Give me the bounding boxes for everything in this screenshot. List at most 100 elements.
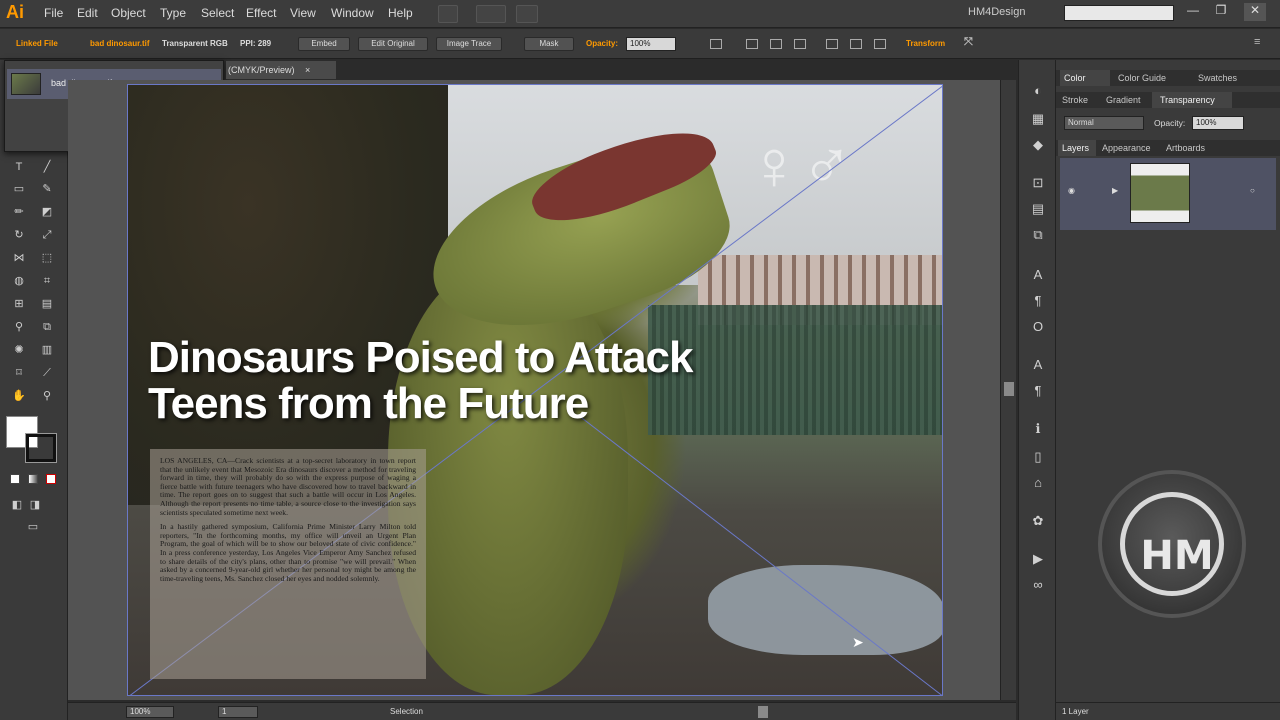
menu-window[interactable]: Window <box>331 6 374 20</box>
scale-tool-icon[interactable]: ⤢ <box>38 226 56 244</box>
opacity-link[interactable]: Opacity: <box>586 39 618 48</box>
gradient-mode-icon[interactable] <box>28 474 38 484</box>
blend-mode-select[interactable]: Normal <box>1064 116 1144 130</box>
line-tool-icon[interactable]: ╱ <box>38 158 56 176</box>
pathfinder-icon[interactable]: ⧉ <box>1029 226 1047 244</box>
workspace-switcher[interactable]: HM4Design <box>968 6 1025 18</box>
vertical-scroll-thumb[interactable] <box>1004 382 1014 396</box>
target-icon[interactable]: ○ <box>1250 186 1255 195</box>
links-icon[interactable]: ∞ <box>1029 576 1047 594</box>
arrange-documents-icon[interactable] <box>476 5 506 23</box>
artboard[interactable]: ♀♂ Dinosaurs Poised to Attack Teens from… <box>127 84 943 696</box>
mesh-tool-icon[interactable]: ⊞ <box>10 295 28 313</box>
draw-normal-icon[interactable]: ◧ <box>8 496 26 514</box>
align-left-icon[interactable] <box>746 39 758 49</box>
align-bottom-icon[interactable] <box>874 39 886 49</box>
visibility-eye-icon[interactable]: ◉ <box>1068 186 1075 195</box>
shape-builder-tool-icon[interactable]: ◍ <box>10 272 28 290</box>
embed-button[interactable]: Embed <box>298 37 350 51</box>
bridge-icon[interactable] <box>438 5 458 23</box>
free-transform-tool-icon[interactable]: ⬚ <box>38 249 56 267</box>
width-tool-icon[interactable]: ⋈ <box>10 249 28 267</box>
tab-color-guide[interactable]: Color Guide <box>1118 73 1166 83</box>
character-styles-icon[interactable]: A <box>1029 356 1047 374</box>
close-document-icon[interactable]: × <box>305 65 310 75</box>
paintbrush-tool-icon[interactable]: ✎ <box>38 180 56 198</box>
align-middle-icon[interactable] <box>850 39 862 49</box>
search-input[interactable] <box>1064 5 1174 21</box>
tab-transparency[interactable]: Transparency <box>1160 95 1215 105</box>
article-text-frame[interactable]: LOS ANGELES, CA—Crack scientists at a to… <box>150 449 426 679</box>
tab-swatches[interactable]: Swatches <box>1198 73 1237 83</box>
vertical-scrollbar[interactable] <box>1000 80 1016 700</box>
rotate-tool-icon[interactable]: ↻ <box>10 226 28 244</box>
navigator-icon[interactable]: ⌂ <box>1029 474 1047 492</box>
transform-link[interactable]: Transform <box>906 39 945 48</box>
color-guide-icon[interactable]: ▦ <box>1029 110 1047 128</box>
app-logo[interactable]: Ai <box>6 2 24 23</box>
opentype-icon[interactable]: O <box>1029 318 1047 336</box>
zoom-select[interactable]: 100% <box>126 706 174 718</box>
symbol-sprayer-tool-icon[interactable]: ✺ <box>10 341 28 359</box>
zoom-tool-icon[interactable]: ⚲ <box>38 387 56 405</box>
document-tab[interactable]: (CMYK/Preview) × <box>226 61 336 79</box>
slice-tool-icon[interactable]: ⟋ <box>38 364 56 382</box>
edit-original-button[interactable]: Edit Original <box>358 37 428 51</box>
opacity-field[interactable]: 100% <box>1192 116 1244 130</box>
tab-stroke[interactable]: Stroke <box>1062 95 1088 105</box>
align-center-icon[interactable] <box>770 39 782 49</box>
perspective-grid-tool-icon[interactable]: ⌗ <box>38 272 56 290</box>
stroke-swatch[interactable] <box>25 433 57 463</box>
rectangle-tool-icon[interactable]: ▭ <box>10 180 28 198</box>
menu-view[interactable]: View <box>290 6 316 20</box>
expand-arrow-icon[interactable]: ▶ <box>1112 186 1118 195</box>
file-name-link[interactable]: bad dinosaur.tif <box>90 39 150 48</box>
character-icon[interactable]: A <box>1029 266 1047 284</box>
mask-button[interactable]: Mask <box>524 37 574 51</box>
linked-file-link[interactable]: Linked File <box>16 39 58 48</box>
menu-object[interactable]: Object <box>111 6 146 20</box>
minimize-icon[interactable]: — <box>1182 3 1204 21</box>
menu-select[interactable]: Select <box>201 6 234 20</box>
align-panel-icon[interactable]: ▤ <box>1029 200 1047 218</box>
isolate-icon[interactable]: ⤧ <box>964 36 973 49</box>
none-mode-icon[interactable] <box>46 474 56 484</box>
tab-appearance[interactable]: Appearance <box>1102 143 1151 153</box>
image-trace-button[interactable]: Image Trace <box>436 37 502 51</box>
menu-edit[interactable]: Edit <box>77 6 98 20</box>
transform-panel-icon[interactable]: ⊡ <box>1029 174 1047 192</box>
layer-row[interactable]: ◉ ▶ ○ <box>1060 158 1276 230</box>
eyedropper-tool-icon[interactable]: ⚲ <box>10 318 28 336</box>
tab-color[interactable]: Color <box>1064 73 1086 83</box>
symbols-icon[interactable]: ✿ <box>1029 512 1047 530</box>
menu-type[interactable]: Type <box>160 6 186 20</box>
document-info-icon[interactable]: ▯ <box>1029 448 1047 466</box>
blend-tool-icon[interactable]: ⧉ <box>38 318 56 336</box>
opacity-input[interactable]: 100% <box>626 37 676 51</box>
align-top-icon[interactable] <box>826 39 838 49</box>
eraser-tool-icon[interactable]: ◩ <box>38 203 56 221</box>
actions-icon[interactable]: ▶ <box>1029 550 1047 568</box>
panel-menu-icon[interactable]: ≡ <box>1254 36 1260 48</box>
tab-layers[interactable]: Layers <box>1062 143 1089 153</box>
menu-help[interactable]: Help <box>388 6 413 20</box>
align-right-icon[interactable] <box>794 39 806 49</box>
status-tool-label[interactable]: Selection <box>390 707 423 716</box>
gpu-performance-icon[interactable] <box>516 5 538 23</box>
artboard-navigation[interactable]: 1 <box>218 706 258 718</box>
tab-artboards[interactable]: Artboards <box>1166 143 1205 153</box>
paragraph-icon[interactable]: ¶ <box>1029 292 1047 310</box>
screen-mode-icon[interactable]: ▭ <box>24 518 42 536</box>
tab-gradient[interactable]: Gradient <box>1106 95 1141 105</box>
hand-tool-icon[interactable]: ✋ <box>10 387 28 405</box>
type-tool-icon[interactable]: T <box>10 158 28 176</box>
maximize-icon[interactable]: ❐ <box>1210 3 1232 21</box>
color-mode-icon[interactable] <box>10 474 20 484</box>
close-icon[interactable]: ✕ <box>1244 3 1266 21</box>
menu-effect[interactable]: Effect <box>246 6 276 20</box>
menu-file[interactable]: File <box>44 6 63 20</box>
headline[interactable]: Dinosaurs Poised to Attack Teens from th… <box>148 335 708 427</box>
swatches-icon[interactable]: ◆ <box>1029 136 1047 154</box>
color-panel-icon[interactable]: ◐ <box>1029 82 1047 100</box>
pencil-tool-icon[interactable]: ✏ <box>10 203 28 221</box>
